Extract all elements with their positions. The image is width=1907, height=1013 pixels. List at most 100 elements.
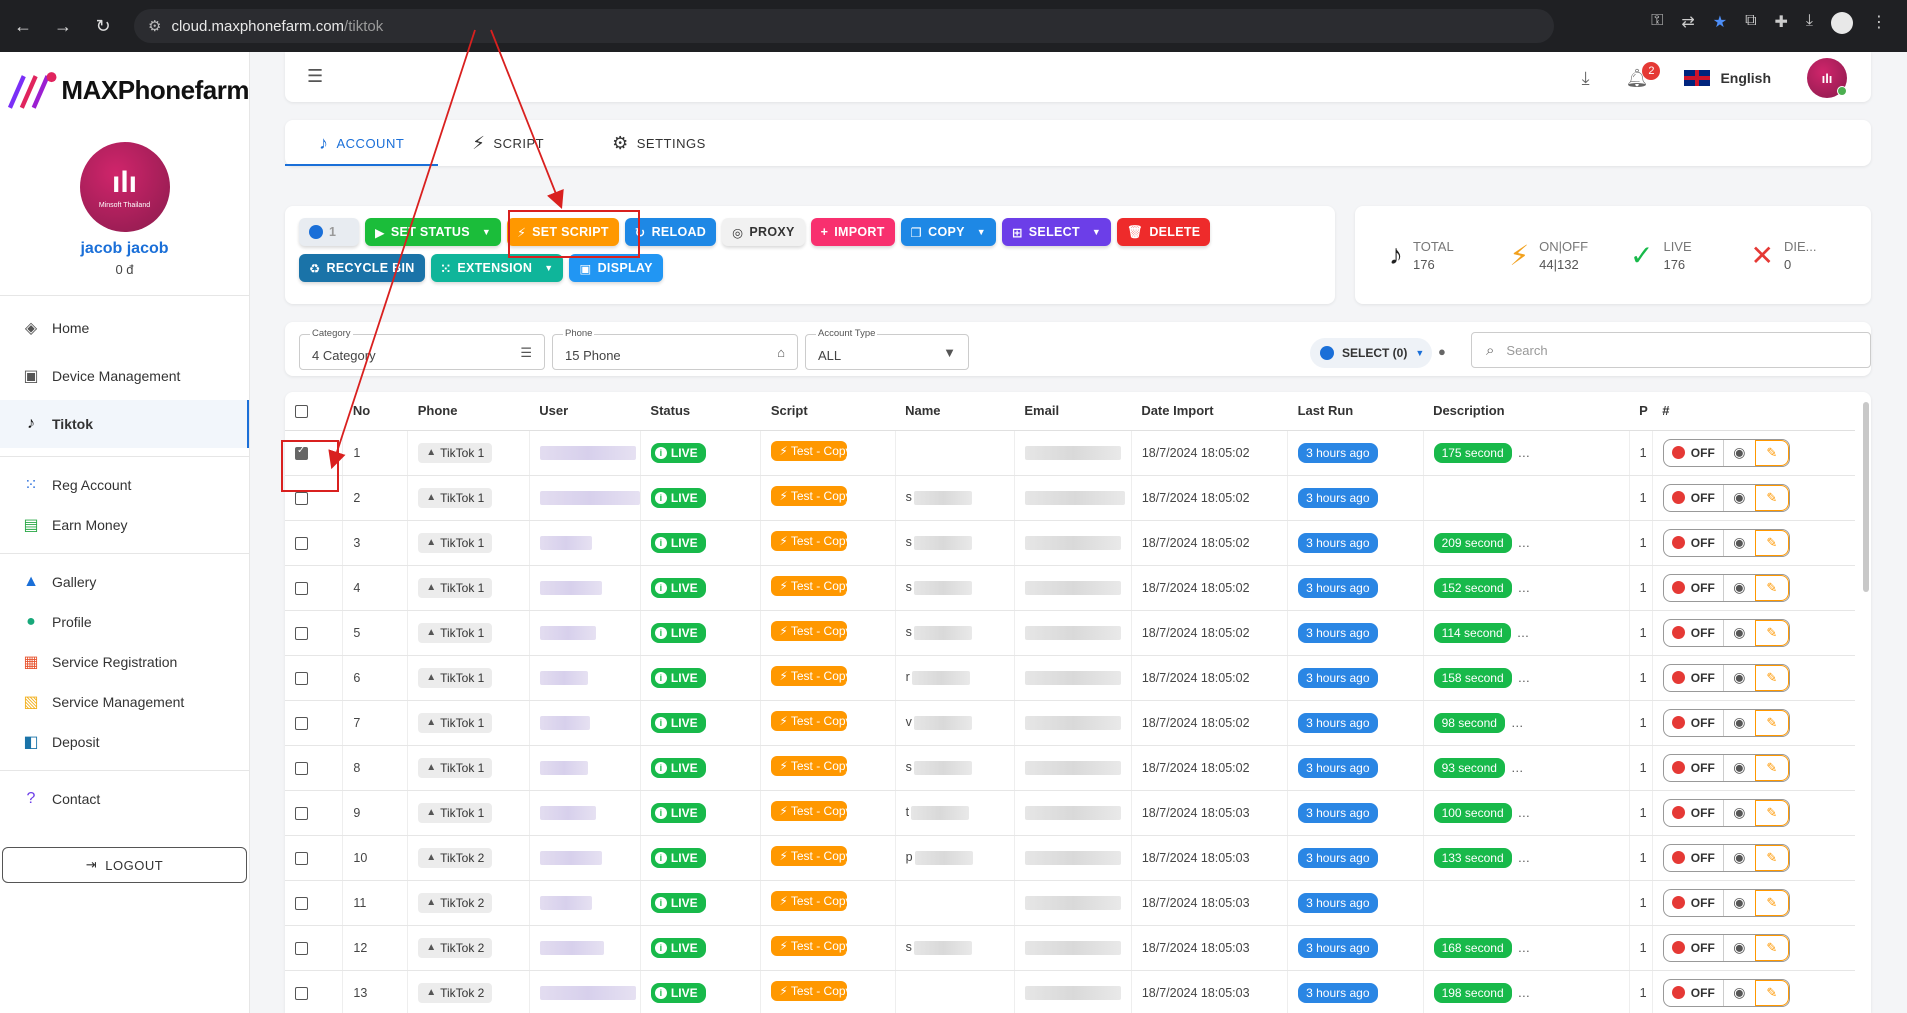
column-header-status[interactable]: Status (640, 392, 761, 431)
row-checkbox[interactable] (295, 671, 308, 685)
row-checkbox[interactable] (295, 806, 308, 820)
bookmark-star-icon[interactable]: ★ (1713, 12, 1727, 34)
row-checkbox-cell[interactable] (285, 835, 344, 881)
row-checkbox[interactable] (295, 626, 308, 640)
column-header-last-run[interactable]: Last Run (1287, 392, 1424, 431)
eye-icon[interactable]: ◉ (1722, 844, 1755, 871)
address-bar[interactable]: ⚙ cloud.maxphonefarm.com/tiktok (134, 9, 1554, 43)
table-row[interactable]: 11 ▲ TikTok 2 i LIVE ⚡︎ Test - Copy 18/7/2… (285, 880, 1855, 926)
more-icon[interactable]: … (1518, 806, 1531, 820)
sidebar-item-earn-money[interactable]: ▤ Earn Money (0, 505, 249, 545)
off-toggle-button[interactable]: OFF (1664, 575, 1723, 601)
more-icon[interactable]: … (1518, 446, 1531, 460)
off-toggle-button[interactable]: OFF (1664, 755, 1723, 781)
sidebar-item-profile[interactable]: ● Profile (0, 602, 249, 642)
off-toggle-button[interactable]: OFF (1664, 890, 1723, 916)
script-chip[interactable]: ⚡︎ Test - Copy (771, 441, 848, 461)
sidebar-item-contact[interactable]: ? Contact (0, 779, 249, 819)
tab-settings[interactable]: ⚙ SETTINGS (578, 120, 740, 166)
sidebar-item-tiktok[interactable]: ♪ Tiktok (0, 400, 249, 448)
sidebar-item-reg-account[interactable]: ⁙ Reg Account (0, 465, 249, 505)
phone-chip[interactable]: ▲ TikTok 1 (418, 667, 493, 688)
more-icon[interactable]: … (1518, 671, 1531, 685)
more-icon[interactable]: … (1517, 626, 1530, 640)
eye-icon[interactable]: ◉ (1722, 799, 1755, 826)
row-checkbox-cell[interactable] (285, 745, 344, 791)
column-header-name[interactable]: Name (895, 392, 1015, 431)
logout-button[interactable]: ⇥ LOGOUT (2, 847, 247, 883)
script-chip[interactable]: ⚡︎ Test - Copy (771, 711, 848, 731)
eye-icon[interactable]: ◉ (1722, 754, 1755, 781)
script-chip[interactable]: ⚡︎ Test - Copy (771, 801, 848, 821)
download-icon[interactable]: ⤓ (1582, 68, 1590, 89)
table-row[interactable]: 7 ▲ TikTok 1 i LIVE ⚡︎ Test - Copy v 18/7/… (285, 700, 1855, 746)
select-all-checkbox[interactable] (285, 392, 343, 431)
copy-button[interactable]: ❐ COPY ▼ (900, 218, 997, 246)
table-row[interactable]: 9 ▲ TikTok 1 i LIVE ⚡︎ Test - Copy t 18/7/… (285, 790, 1855, 836)
delete-button[interactable]: 🗑︎ DELETE (1117, 218, 1211, 246)
off-toggle-button[interactable]: OFF (1664, 980, 1723, 1006)
translate-icon[interactable]: ⇄ (1681, 12, 1694, 34)
row-checkbox[interactable] (295, 581, 308, 595)
row-checkbox[interactable] (295, 941, 308, 955)
browser-menu-icon[interactable]: ⋮ (1871, 12, 1887, 34)
edit-pencil-icon[interactable]: ✎ (1754, 754, 1789, 781)
phone-chip[interactable]: ▲ TikTok 2 (418, 847, 493, 868)
language-selector[interactable]: English (1684, 70, 1771, 86)
edit-pencil-icon[interactable]: ✎ (1754, 844, 1789, 871)
table-row[interactable]: 5 ▲ TikTok 1 i LIVE ⚡︎ Test - Copy s 18/7/… (285, 610, 1855, 656)
phone-chip[interactable]: ▲ TikTok 1 (418, 487, 493, 508)
import-button[interactable]: + IMPORT (810, 218, 895, 246)
row-checkbox[interactable] (295, 716, 308, 730)
edit-pencil-icon[interactable]: ✎ (1754, 439, 1789, 466)
off-toggle-button[interactable]: OFF (1664, 440, 1723, 466)
row-checkbox-cell[interactable] (285, 565, 344, 611)
column-header-p[interactable]: P (1629, 392, 1653, 431)
row-checkbox[interactable] (295, 896, 308, 910)
reload-icon[interactable]: ↻ (92, 16, 114, 37)
eye-icon[interactable]: ◉ (1722, 484, 1755, 511)
off-toggle-button[interactable]: OFF (1664, 665, 1723, 691)
checkbox[interactable] (295, 405, 308, 419)
sidebar-item-service-registration[interactable]: ▦ Service Registration (0, 642, 249, 682)
phone-chip[interactable]: ▲ TikTok 1 (418, 757, 493, 778)
more-icon[interactable]: … (1518, 986, 1531, 1000)
phone-chip[interactable]: ▲ TikTok 2 (418, 937, 493, 958)
forward-icon[interactable]: → (52, 16, 74, 37)
column-header-user[interactable]: User (529, 392, 641, 431)
script-chip[interactable]: ⚡︎ Test - Copy (771, 531, 848, 551)
column-header-email[interactable]: Email (1014, 392, 1132, 431)
script-chip[interactable]: ⚡︎ Test - Copy (771, 846, 848, 866)
table-row[interactable]: 1 ▲TikTok 1 iLIVE ⚡︎ Test - Copy 18/7/20… (285, 430, 1855, 476)
row-checkbox-cell[interactable] (285, 610, 344, 656)
row-checkbox-cell[interactable] (285, 790, 344, 836)
script-chip[interactable]: ⚡︎ Test - Copy (771, 891, 848, 911)
phone-chip[interactable]: ▲ TikTok 1 (418, 442, 493, 463)
table-row[interactable]: 2 ▲ TikTok 1 i LIVE ⚡︎ Test - Copy s 18/7/… (285, 475, 1855, 521)
extension-button[interactable]: ⁙ EXTENSION ▼ (430, 254, 564, 282)
table-row[interactable]: 6 ▲ TikTok 1 i LIVE ⚡︎ Test - Copy r 18/7/… (285, 655, 1855, 701)
row-checkbox[interactable] (295, 986, 308, 1000)
column-header-date-import[interactable]: Date Import (1131, 392, 1288, 431)
eye-icon[interactable]: ◉ (1722, 889, 1755, 916)
phone-chip[interactable]: ▲ TikTok 2 (418, 982, 493, 1003)
account-type-filter[interactable]: Account Type ALL ▼ (805, 328, 969, 370)
select-button[interactable]: ⊞ SELECT ▼ (1002, 218, 1112, 246)
script-chip[interactable]: ⚡︎ Test - Copy (771, 981, 848, 1001)
sidebar-item-deposit[interactable]: ◧ Deposit (0, 722, 249, 762)
phone-chip[interactable]: ▲ TikTok 1 (418, 712, 493, 733)
lightbulb-icon[interactable]: ● (1438, 344, 1446, 359)
edit-pencil-icon[interactable]: ✎ (1754, 529, 1789, 556)
row-checkbox-cell[interactable] (285, 925, 344, 971)
table-row[interactable]: 10 ▲ TikTok 2 i LIVE ⚡︎ Test - Copy p 18/7… (285, 835, 1855, 881)
site-settings-icon[interactable]: ⚙ (148, 17, 161, 35)
row-checkbox[interactable] (295, 761, 308, 775)
eye-icon[interactable]: ◉ (1722, 979, 1755, 1006)
phone-chip[interactable]: ▲ TikTok 1 (418, 802, 493, 823)
edit-pencil-icon[interactable]: ✎ (1754, 484, 1789, 511)
more-icon[interactable]: … (1511, 761, 1524, 775)
eye-icon[interactable]: ◉ (1722, 529, 1755, 556)
off-toggle-button[interactable]: OFF (1664, 845, 1723, 871)
search-input[interactable]: ⌕ Search (1471, 332, 1871, 368)
script-chip[interactable]: ⚡︎ Test - Copy (771, 936, 848, 956)
